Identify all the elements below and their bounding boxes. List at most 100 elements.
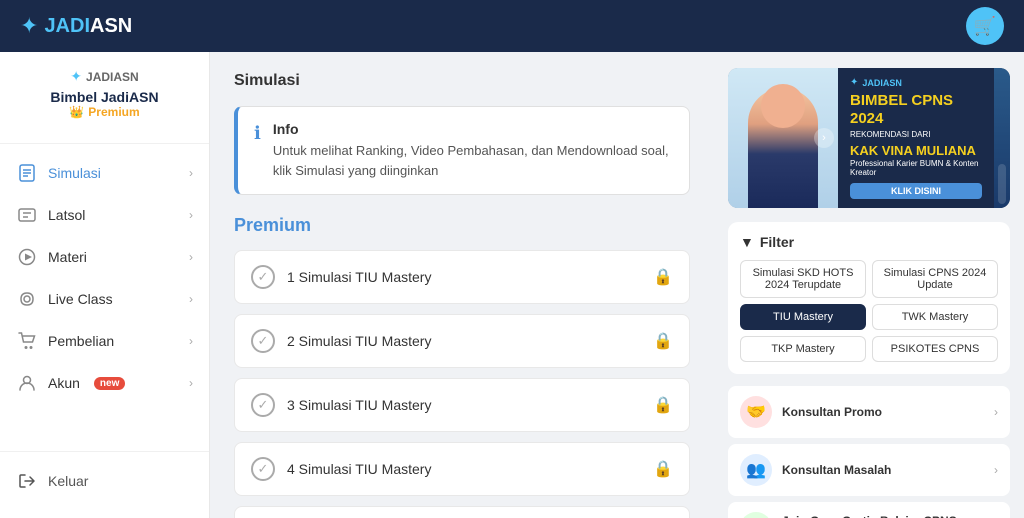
banner-side-deco (994, 68, 1010, 208)
banner-person-desc: Professional Karier BUMN & Konten Kreato… (850, 159, 982, 177)
simulasi-item-5[interactable]: ✓ 5 Simulasi TIU Mastery 🔒 (234, 506, 690, 518)
konsultan-promo-link[interactable]: 🤝 Konsultan Promo › (728, 386, 1010, 438)
simulasi-item-4[interactable]: ✓ 4 Simulasi TIU Mastery 🔒 (234, 442, 690, 496)
sidebar-item-simulasi[interactable]: Simulasi › (0, 152, 209, 194)
simulasi-item-left: ✓ 4 Simulasi TIU Mastery (251, 457, 431, 481)
sidebar-bottom-divider (0, 451, 209, 452)
filter-title: ▼ Filter (740, 234, 998, 250)
filter-section: ▼ Filter Simulasi SKD HOTS 2024 Terupdat… (728, 222, 1010, 374)
simulasi-icon (16, 162, 38, 184)
live-class-arrow: › (189, 292, 193, 306)
sidebar-item-left: Simulasi (16, 162, 101, 184)
simulasi-item-3[interactable]: ✓ 3 Simulasi TIU Mastery 🔒 (234, 378, 690, 432)
filter-btn-twk-mastery[interactable]: TWK Mastery (872, 304, 998, 330)
topnav: ✦ JADIASN 🛒 (0, 0, 1024, 52)
simulasi-check-3: ✓ (251, 393, 275, 417)
pembelian-arrow: › (189, 334, 193, 348)
banner-sub-label: REKOMENDASI DARI (850, 130, 982, 139)
lock-icon-1: 🔒 (653, 267, 673, 287)
simulasi-label: Simulasi (48, 165, 101, 181)
materi-icon (16, 246, 38, 268)
akun-label: Akun (48, 375, 80, 391)
banner-brand: ✦ JADIASN (850, 77, 982, 88)
simulasi-item-name-2: 2 Simulasi TIU Mastery (287, 333, 431, 349)
sidebar-item-left: Keluar (16, 470, 88, 492)
simulasi-arrow: › (189, 166, 193, 180)
konsultan-promo-icon: 🤝 (740, 396, 772, 428)
sidebar-item-left: Pembelian (16, 330, 114, 352)
info-title: Info (273, 121, 673, 137)
logout-icon (16, 470, 38, 492)
simulasi-list: ✓ 1 Simulasi TIU Mastery 🔒 ✓ 2 Simulasi … (234, 250, 690, 518)
join-grup-label: Join Grup Gratis Belajar CPNS 2024 (782, 514, 984, 518)
simulasi-item-left: ✓ 2 Simulasi TIU Mastery (251, 329, 431, 353)
logo-jadi: JADI (44, 15, 90, 37)
lock-icon-3: 🔒 (653, 395, 673, 415)
sidebar-item-keluar[interactable]: Keluar (0, 460, 209, 502)
info-content: Info Untuk melihat Ranking, Video Pembah… (273, 121, 673, 180)
banner-cta-button[interactable]: KLIK DISINI (850, 183, 982, 199)
sidebar-item-live-class[interactable]: Live Class › (0, 278, 209, 320)
info-icon: ℹ (254, 123, 261, 144)
pembelian-icon (16, 330, 38, 352)
section-title: Simulasi (234, 72, 690, 90)
konsultan-masalah-link[interactable]: 👥 Konsultan Masalah › (728, 444, 1010, 496)
sidebar-premium: 👑 Premium (69, 105, 139, 119)
sidebar-item-pembelian[interactable]: Pembelian › (0, 320, 209, 362)
cart-button[interactable]: 🛒 (966, 7, 1004, 45)
banner-main-title: BIMBEL CPNS 2024 (850, 92, 982, 128)
banner-person-name: KAK VINA MULIANA (850, 143, 982, 159)
crown-icon: 👑 (69, 105, 84, 119)
live-class-label: Live Class (48, 291, 113, 307)
sidebar-title: Bimbel JadiASN (50, 89, 158, 105)
right-panel: ‹ › ✦ JADIASN BIMBEL CPNS 2024 REKOMENDA… (714, 52, 1024, 518)
banner-next-button[interactable]: › (814, 128, 834, 148)
lock-icon-2: 🔒 (653, 331, 673, 351)
logo: ✦ JADIASN (20, 13, 132, 39)
filter-btn-tkp-mastery[interactable]: TKP Mastery (740, 336, 866, 362)
banner-image: ‹ › (728, 68, 838, 208)
brand-name: JADIASN (86, 70, 139, 84)
filter-btn-tiu-mastery[interactable]: TIU Mastery (740, 304, 866, 330)
simulasi-item-name-3: 3 Simulasi TIU Mastery (287, 397, 431, 413)
konsultan-masalah-label: Konsultan Masalah (782, 463, 984, 477)
join-grup-link[interactable]: 📋 Join Grup Gratis Belajar CPNS 2024 › (728, 502, 1010, 518)
info-desc: Untuk melihat Ranking, Video Pembahasan,… (273, 141, 673, 180)
sidebar-brand: ✦ JADIASN Bimbel JadiASN 👑 Premium (0, 68, 209, 119)
banner-brand-text: JADIASN (862, 78, 902, 88)
logo-icon: ✦ (20, 13, 38, 39)
simulasi-item-left: ✓ 1 Simulasi TIU Mastery (251, 265, 431, 289)
materi-label: Materi (48, 249, 87, 265)
simulasi-check-4: ✓ (251, 457, 275, 481)
sidebar-item-materi[interactable]: Materi › (0, 236, 209, 278)
konsultan-masalah-icon: 👥 (740, 454, 772, 486)
info-box: ℹ Info Untuk melihat Ranking, Video Pemb… (234, 106, 690, 195)
sidebar-item-latsol[interactable]: Latsol › (0, 194, 209, 236)
latsol-icon (16, 204, 38, 226)
filter-btn-cpns-2024[interactable]: Simulasi CPNS 2024 Update (872, 260, 998, 298)
sidebar-links: 🤝 Konsultan Promo › 👥 Konsultan Masalah … (728, 386, 1010, 518)
konsultan-masalah-arrow: › (994, 463, 998, 477)
sidebar-item-left: Latsol (16, 204, 85, 226)
sidebar-item-left: Materi (16, 246, 87, 268)
filter-btn-psikotes[interactable]: PSIKOTES CPNS (872, 336, 998, 362)
main-content: Simulasi ℹ Info Untuk melihat Ranking, V… (210, 52, 714, 518)
akun-arrow: › (189, 376, 193, 390)
sidebar-divider (0, 143, 209, 144)
logo-asn: ASN (90, 15, 132, 37)
simulasi-item-1[interactable]: ✓ 1 Simulasi TIU Mastery 🔒 (234, 250, 690, 304)
simulasi-item-2[interactable]: ✓ 2 Simulasi TIU Mastery 🔒 (234, 314, 690, 368)
logo-text: JADIASN (44, 15, 132, 38)
simulasi-check-2: ✓ (251, 329, 275, 353)
sidebar-item-left: Akun new (16, 372, 125, 394)
akun-icon (16, 372, 38, 394)
filter-btn-skd-hots[interactable]: Simulasi SKD HOTS 2024 Terupdate (740, 260, 866, 298)
join-grup-icon: 📋 (740, 512, 772, 518)
konsultan-promo-arrow: › (994, 405, 998, 419)
brand-icon: ✦ (70, 68, 82, 85)
premium-label: Premium (88, 105, 139, 119)
simulasi-check-1: ✓ (251, 265, 275, 289)
simulasi-item-name-4: 4 Simulasi TIU Mastery (287, 461, 431, 477)
banner[interactable]: ‹ › ✦ JADIASN BIMBEL CPNS 2024 REKOMENDA… (728, 68, 1010, 208)
sidebar-item-akun[interactable]: Akun new › (0, 362, 209, 404)
